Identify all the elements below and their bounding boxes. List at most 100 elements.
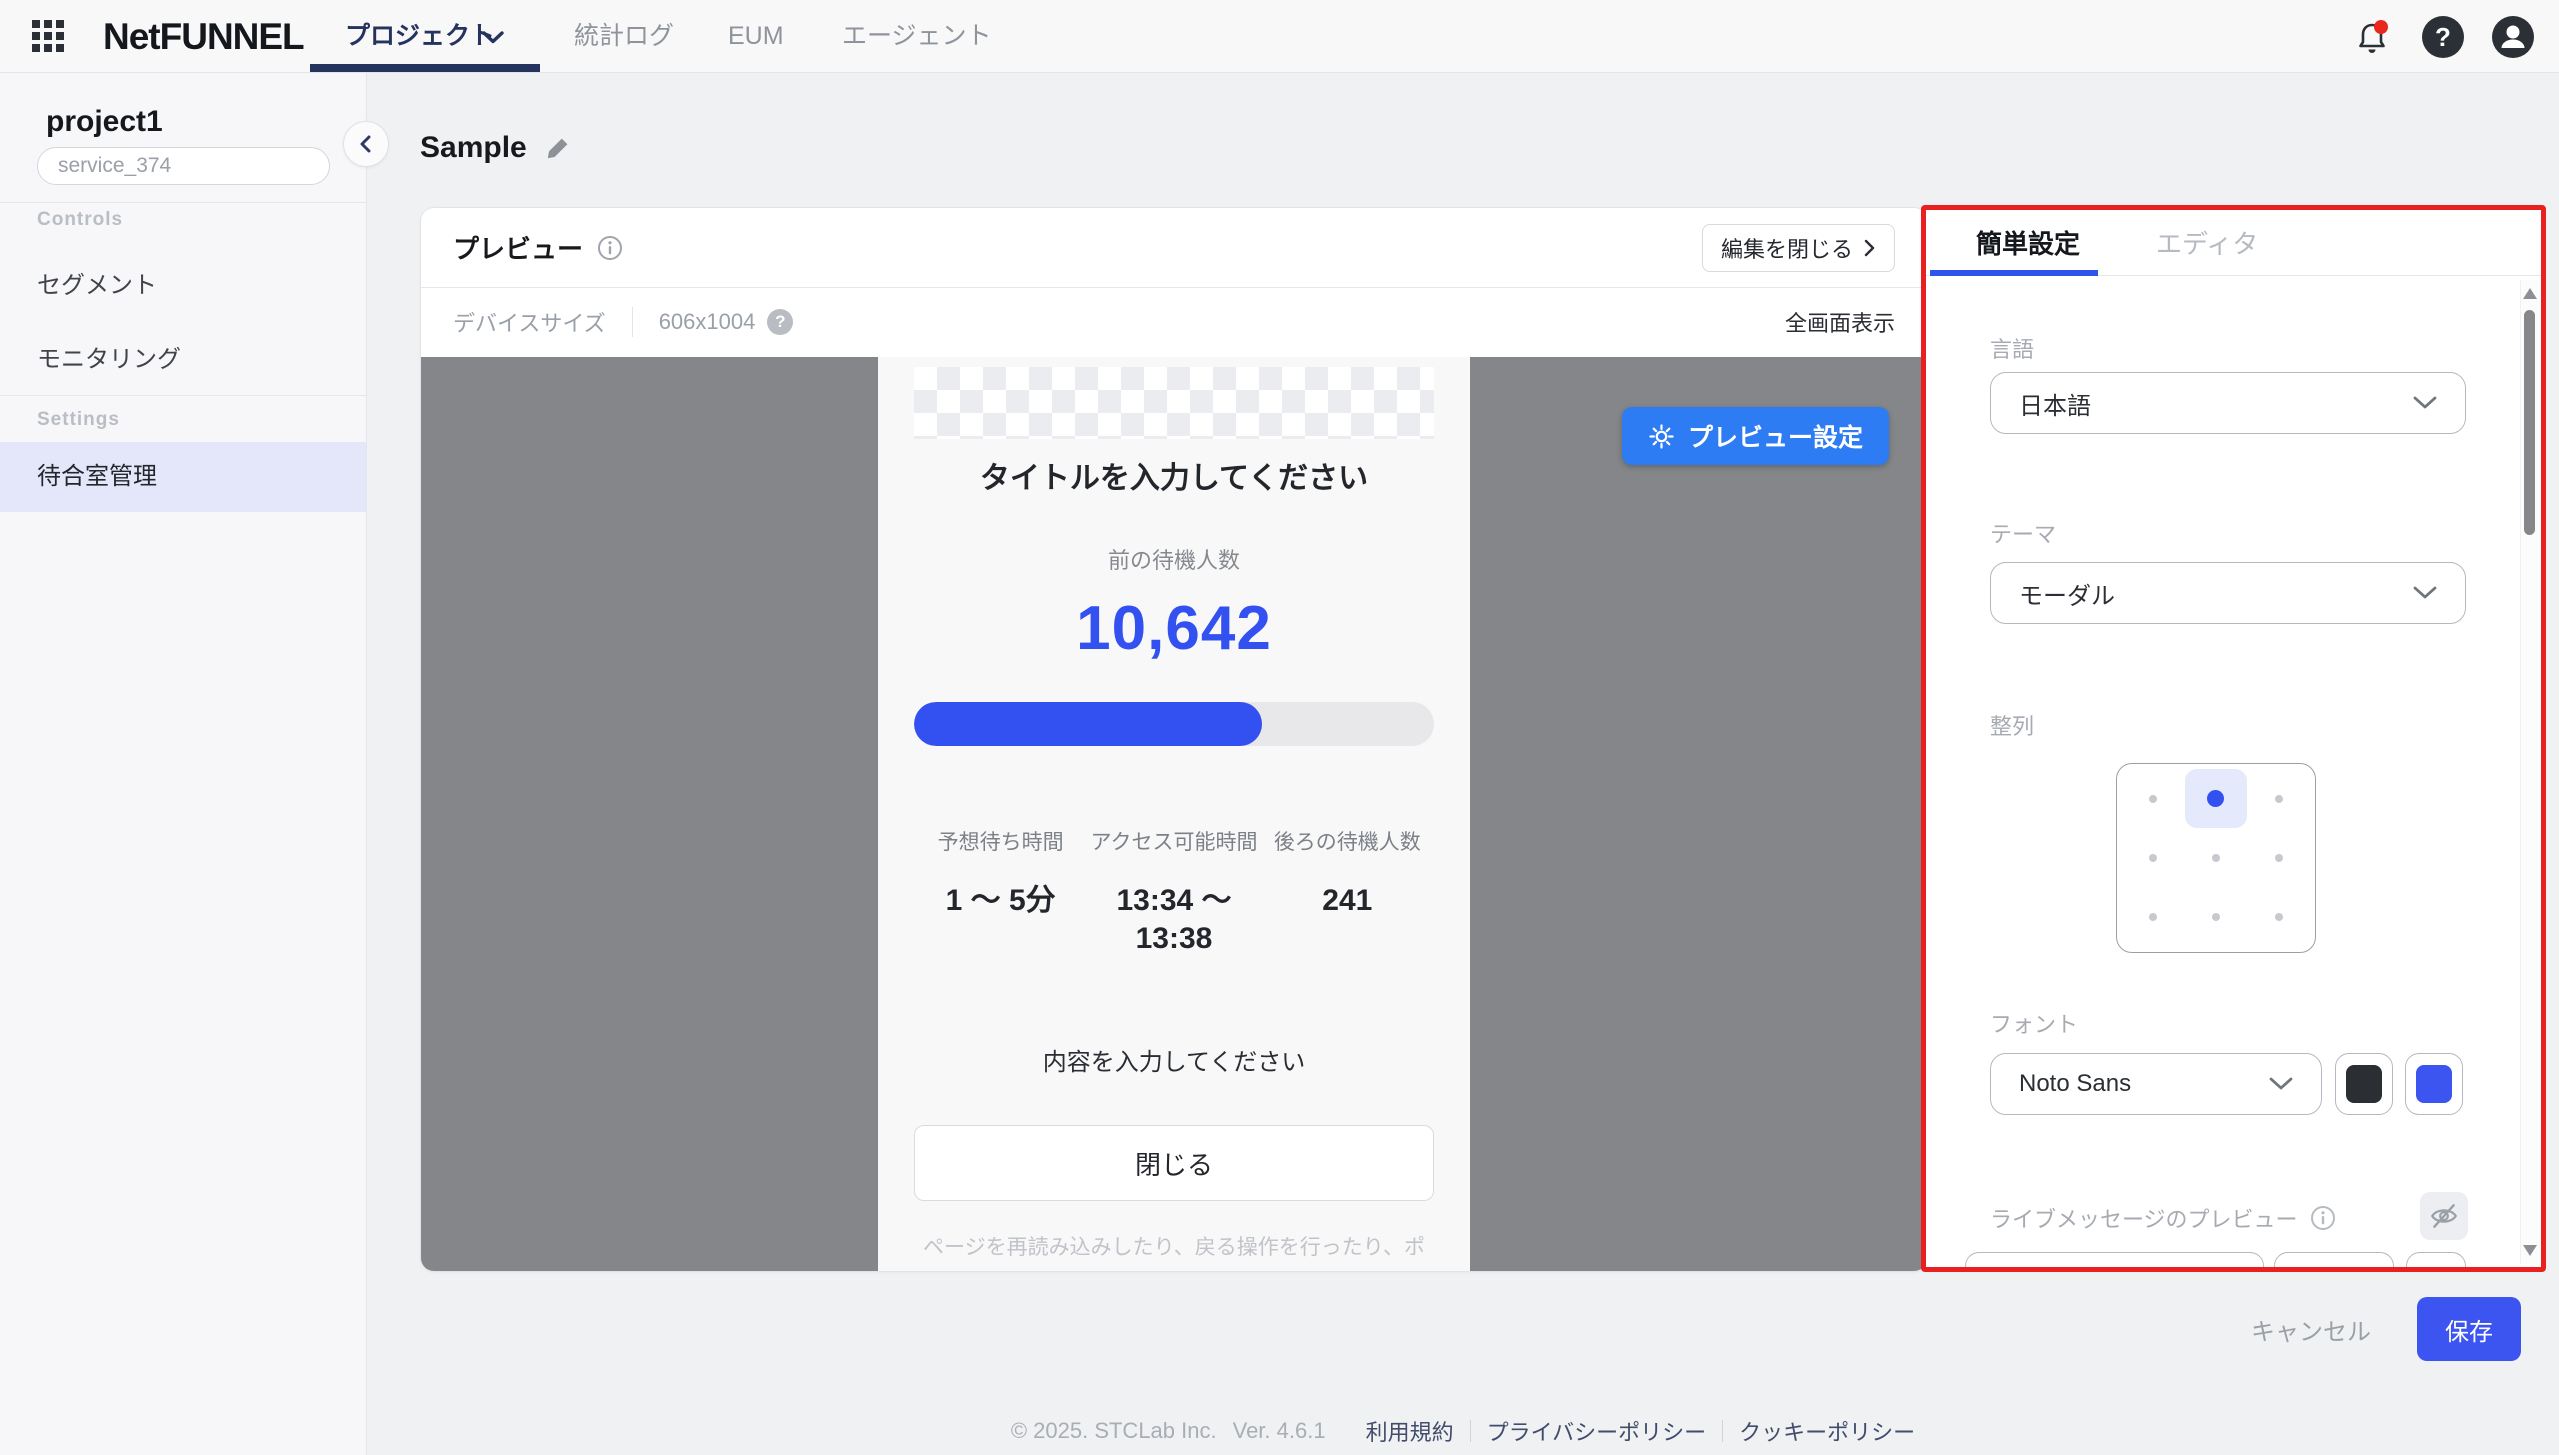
toggle-visibility-eye-off-icon[interactable] bbox=[2420, 1192, 2468, 1240]
service-select-input[interactable] bbox=[37, 147, 330, 185]
cookie-policy-link[interactable]: クッキーポリシー bbox=[1739, 1415, 1915, 1447]
divider bbox=[1470, 1420, 1471, 1442]
terms-link[interactable]: 利用規約 bbox=[1366, 1415, 1454, 1447]
align-cell[interactable] bbox=[2122, 769, 2185, 828]
account-avatar-icon[interactable] bbox=[2492, 16, 2534, 58]
main-content: Sample プレビュー 編集を閉じる デバイスサイズ bbox=[367, 73, 2559, 1455]
live-message-input[interactable] bbox=[1965, 1252, 2264, 1267]
font-color-swatch-blue[interactable] bbox=[2405, 1053, 2463, 1115]
theme-select[interactable]: モーダル bbox=[1990, 562, 2466, 624]
project-name: project1 bbox=[46, 105, 163, 139]
progress-fill bbox=[914, 702, 1262, 746]
info-icon[interactable] bbox=[597, 235, 623, 261]
preview-settings-button[interactable]: プレビュー設定 bbox=[1622, 407, 1889, 465]
sidebar-item-segment[interactable]: セグメント bbox=[0, 251, 366, 321]
live-message-size-select[interactable] bbox=[2274, 1252, 2394, 1267]
settings-panel-body: 言語 日本語 テーマ モーダル 整列 bbox=[1926, 277, 2541, 1267]
chevron-down-icon bbox=[2269, 1077, 2293, 1091]
color-swatch bbox=[2416, 1065, 2452, 1103]
nav-item-projects[interactable]: プロジェクト bbox=[345, 0, 495, 73]
waiting-room-body-text: 内容を入力してください bbox=[914, 1042, 1434, 1077]
font-label: フォント bbox=[1990, 1007, 2078, 1039]
sidebar-item-monitoring[interactable]: モニタリング bbox=[0, 325, 366, 395]
save-button[interactable]: 保存 bbox=[2417, 1297, 2521, 1361]
align-cell[interactable] bbox=[2122, 828, 2185, 887]
stat-value: 1 〜 5分 bbox=[914, 882, 1087, 920]
version-text: Ver. 4.6.1 bbox=[1233, 1418, 1326, 1444]
preview-card: プレビュー 編集を閉じる デバイスサイズ 606x1004 ? 全画面表示 bbox=[420, 207, 1928, 1272]
active-tab-underline bbox=[1930, 270, 2098, 276]
live-message-label: ライブメッセージのプレビュー bbox=[1990, 1202, 2298, 1234]
align-label: 整列 bbox=[1990, 709, 2034, 741]
align-cell[interactable] bbox=[2247, 769, 2310, 828]
form-actions: キャンセル 保存 bbox=[2251, 1297, 2521, 1361]
panel-scrollbar[interactable] bbox=[2520, 280, 2538, 1264]
tab-editor[interactable]: エディタ bbox=[2156, 224, 2258, 261]
settings-panel: 簡単設定 エディタ 言語 日本語 テーマ モーダル 整列 bbox=[1921, 205, 2546, 1272]
scroll-up-arrow[interactable] bbox=[2523, 288, 2537, 299]
language-select[interactable]: 日本語 bbox=[1990, 372, 2466, 434]
live-message-color-swatch[interactable] bbox=[2406, 1252, 2466, 1267]
waiting-ahead-value: 10,642 bbox=[914, 593, 1434, 664]
waiting-progress-bar bbox=[914, 702, 1434, 746]
device-size-value: 606x1004 bbox=[659, 309, 756, 335]
cancel-button[interactable]: キャンセル bbox=[2251, 1312, 2371, 1347]
nav-item-agent[interactable]: エージェント bbox=[842, 0, 992, 73]
scroll-down-arrow[interactable] bbox=[2523, 1245, 2537, 1256]
nav-item-eum[interactable]: EUM bbox=[728, 0, 784, 73]
preview-title: プレビュー bbox=[453, 229, 583, 266]
waiting-room-modal: タイトルを入力してください 前の待機人数 10,642 予想待ち時間 1 〜 5… bbox=[878, 357, 1470, 1271]
device-size-help-icon[interactable]: ? bbox=[767, 309, 793, 335]
align-cell[interactable] bbox=[2185, 828, 2248, 887]
info-icon[interactable] bbox=[2310, 1205, 2336, 1231]
waiting-stats: 予想待ち時間 1 〜 5分 アクセス可能時間 13:34 〜 13:38 後ろの… bbox=[914, 826, 1434, 958]
waiting-ahead-label: 前の待機人数 bbox=[914, 543, 1434, 575]
notification-bell-icon[interactable] bbox=[2352, 18, 2394, 60]
help-icon[interactable]: ? bbox=[2422, 16, 2464, 58]
app-logo[interactable]: NetFUNNEL bbox=[103, 0, 304, 73]
waiting-room-title: タイトルを入力してください bbox=[914, 453, 1434, 497]
align-cell[interactable] bbox=[2185, 888, 2248, 947]
font-select[interactable]: Noto Sans bbox=[1990, 1053, 2322, 1115]
scrollbar-thumb[interactable] bbox=[2524, 310, 2535, 535]
divider bbox=[0, 395, 366, 396]
sidebar-item-waiting-room[interactable]: 待合室管理 bbox=[0, 442, 366, 512]
device-size-label: デバイスサイズ bbox=[453, 306, 606, 338]
stat-value: 13:34 〜 13:38 bbox=[1087, 882, 1260, 958]
chevron-down-icon[interactable] bbox=[482, 31, 504, 44]
align-cell[interactable] bbox=[2247, 828, 2310, 887]
chevron-right-icon bbox=[1863, 239, 1876, 257]
divider bbox=[632, 307, 633, 337]
align-cell[interactable] bbox=[2247, 888, 2310, 947]
section-label-controls: Controls bbox=[37, 209, 123, 231]
fullscreen-link[interactable]: 全画面表示 bbox=[1785, 306, 1895, 338]
divider bbox=[1722, 1420, 1723, 1442]
active-nav-underline bbox=[310, 64, 540, 72]
stat-label: アクセス可能時間 bbox=[1087, 826, 1260, 856]
language-label: 言語 bbox=[1990, 332, 2034, 364]
color-swatch bbox=[2346, 1065, 2382, 1103]
nav-item-stats-log[interactable]: 統計ログ bbox=[574, 0, 674, 73]
align-cell[interactable] bbox=[2185, 769, 2248, 828]
apps-grid-icon[interactable] bbox=[32, 20, 66, 54]
footer: © 2025. STCLab Inc. Ver. 4.6.1 利用規約 プライバ… bbox=[367, 1415, 2559, 1447]
sidebar-collapse-button[interactable] bbox=[343, 121, 389, 167]
stat-label: 後ろの待機人数 bbox=[1261, 826, 1434, 856]
edit-title-pencil-icon[interactable] bbox=[545, 135, 571, 161]
font-color-swatch-dark[interactable] bbox=[2335, 1053, 2393, 1115]
image-placeholder-checkerboard bbox=[914, 367, 1434, 439]
stat-value: 241 bbox=[1261, 882, 1434, 920]
waiting-room-close-button[interactable]: 閉じる bbox=[914, 1125, 1434, 1201]
tab-simple-settings[interactable]: 簡単設定 bbox=[1976, 224, 2080, 261]
align-cell[interactable] bbox=[2122, 888, 2185, 947]
divider bbox=[0, 202, 366, 203]
align-grid bbox=[2116, 763, 2316, 953]
privacy-policy-link[interactable]: プライバシーポリシー bbox=[1487, 1415, 1707, 1447]
gear-icon bbox=[1648, 423, 1675, 450]
preview-viewport: タイトルを入力してください 前の待機人数 10,642 予想待ち時間 1 〜 5… bbox=[421, 357, 1927, 1271]
waiting-room-notice: ページを再読み込みしたり、戻る操作を行ったり、ポップアップ を閉じて再接続すると… bbox=[914, 1229, 1434, 1271]
section-label-settings: Settings bbox=[37, 409, 120, 431]
close-edit-button[interactable]: 編集を閉じる bbox=[1702, 224, 1895, 272]
live-message-row: ライブメッセージのプレビュー bbox=[1990, 1202, 2336, 1234]
top-navigation: NetFUNNEL プロジェクト 統計ログ EUM エージェント ? bbox=[0, 0, 2559, 73]
